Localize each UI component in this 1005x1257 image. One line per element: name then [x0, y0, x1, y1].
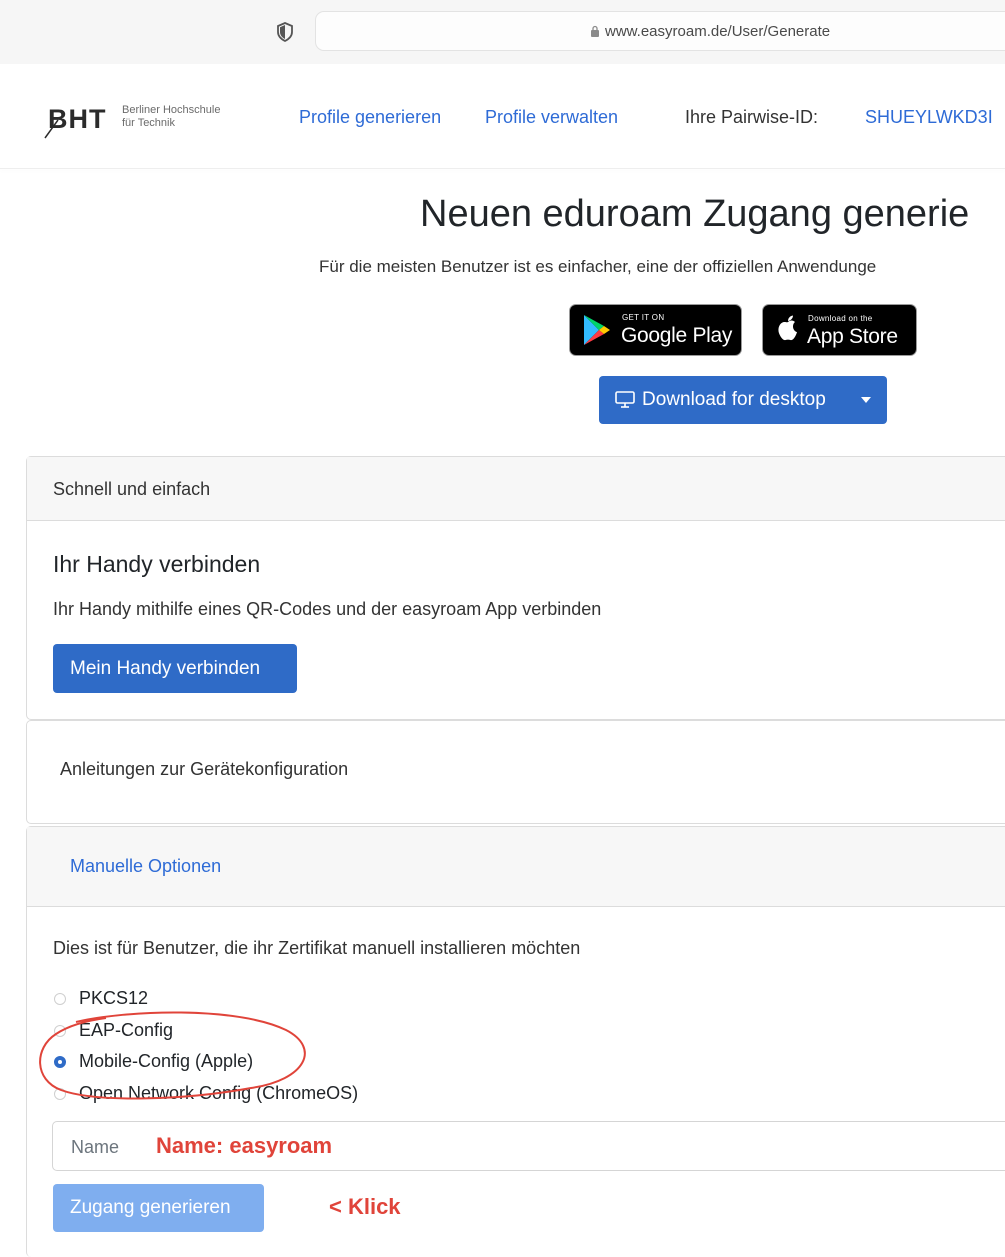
connect-phone-title: Ihr Handy verbinden: [53, 551, 261, 577]
google-badge-big-text: Google Play: [621, 324, 733, 347]
device-guide-card[interactable]: Anleitungen zur Gerätekonfiguration: [26, 720, 1005, 824]
page-title: Neuen eduroam Zugang generie: [420, 193, 970, 235]
radio-pkcs12-label[interactable]: PKCS12: [79, 988, 148, 1009]
privacy-shield-icon[interactable]: [276, 22, 294, 42]
monitor-icon: [615, 391, 635, 408]
manual-options-header[interactable]: Manuelle Optionen: [27, 827, 1005, 907]
url-text: www.easyroam.de/User/Generate: [605, 23, 831, 40]
google-badge-small-text: GET IT ON: [622, 313, 665, 322]
highlight-ellipse-annotation: [39, 1011, 306, 1100]
apple-badge-small-text: Download on the: [808, 314, 873, 323]
pairwise-id-label: Ihre Pairwise-ID:: [685, 107, 819, 127]
apple-icon: [778, 315, 797, 341]
lock-icon: [591, 25, 599, 37]
profile-name-placeholder: Name: [71, 1137, 120, 1157]
generate-access-label: Zugang generieren: [70, 1197, 231, 1218]
download-desktop-button[interactable]: Download for desktop: [599, 376, 887, 424]
pairwise-id-value[interactable]: SHUEYLWKD3I: [865, 107, 993, 128]
nav-profile-generate[interactable]: Profile generieren: [299, 107, 441, 128]
page-subtitle: Für die meisten Benutzer ist es einfache…: [319, 257, 877, 276]
connect-phone-button[interactable]: Mein Handy verbinden: [53, 644, 297, 693]
device-guide-link[interactable]: Anleitungen zur Gerätekonfiguration: [60, 759, 348, 780]
app-store-badge[interactable]: Download on the App Store: [762, 304, 917, 356]
logo-text-line2: für Technik: [122, 117, 175, 129]
google-play-icon: [584, 315, 610, 345]
logo-text-line1: Berliner Hochschule: [122, 104, 221, 116]
dropdown-caret-icon: [861, 397, 871, 403]
nav-divider: [0, 168, 1005, 169]
nav-profile-manage[interactable]: Profile verwalten: [485, 107, 618, 128]
click-annotation: < Klick: [329, 1194, 401, 1219]
profile-name-input[interactable]: Name Name: easyroam: [52, 1121, 1005, 1171]
connect-phone-button-label: Mein Handy verbinden: [70, 658, 261, 679]
logo-slash-mark: [44, 119, 59, 139]
quick-setup-header-text: Schnell und einfach: [53, 479, 211, 499]
quick-setup-card: Schnell und einfach Ihr Handy verbinden …: [26, 456, 1005, 720]
name-annotation: Name: easyroam: [156, 1133, 333, 1158]
manual-options-description: Dies ist für Benutzer, die ihr Zertifika…: [53, 938, 581, 958]
generate-access-button[interactable]: Zugang generieren: [53, 1184, 264, 1232]
connect-phone-description: Ihr Handy mithilfe eines QR-Codes und de…: [53, 599, 602, 619]
google-play-badge[interactable]: GET IT ON Google Play: [569, 304, 742, 356]
download-desktop-label: Download for desktop: [642, 389, 826, 410]
apple-badge-big-text: App Store: [807, 325, 898, 348]
manual-options-toggle[interactable]: Manuelle Optionen: [70, 856, 221, 877]
quick-setup-header: Schnell und einfach: [27, 457, 1005, 521]
radio-pkcs12[interactable]: [54, 993, 66, 1005]
